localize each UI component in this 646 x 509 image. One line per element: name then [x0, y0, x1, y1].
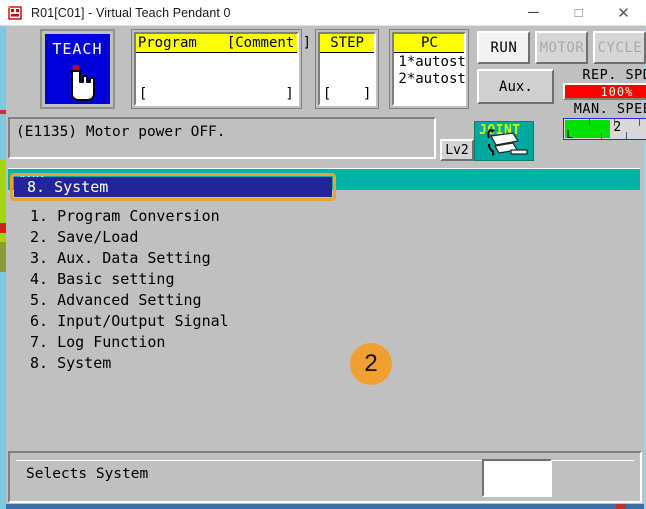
menu-item-label: System [57, 354, 112, 372]
menu-item-label: Advanced Setting [57, 291, 202, 309]
program-header-label: Program [137, 35, 197, 51]
virtual-teach-pendant-window: R01[C01] - Virtual Teach Pendant 0 ─ □ ✕… [0, 0, 646, 509]
menu-item-number: 4. [30, 270, 49, 288]
man-speed-label: MAN. SPEED [573, 101, 646, 117]
step-header: STEP [319, 34, 375, 53]
menu-item-label: Save/Load [57, 228, 139, 246]
menu-item-number: 8. [30, 354, 49, 372]
status-bar: Selects System [8, 451, 642, 503]
menu-item-label: Log Function [57, 333, 166, 351]
step-body: [ ] [320, 53, 375, 103]
pc-header: PC [394, 34, 465, 53]
top-status-panel: TEACH Program [Comment ] [ ] STEP [] PC… [8, 28, 646, 141]
menu-item-label: Basic setting [57, 270, 175, 288]
status-bar-text: Selects System [26, 466, 149, 482]
status-bar-input[interactable] [482, 459, 552, 497]
mode-and-speed-cluster: RUN MOTOR CYCLE Aux. REP. SPD 100% MAN. … [477, 31, 646, 141]
menu-item-label: Program Conversion [57, 207, 220, 225]
menu-item-number: 7. [30, 333, 49, 351]
selected-menu-row[interactable]: 8. System [10, 173, 336, 201]
rep-speed-value: 100% [563, 83, 646, 100]
message-row: (E1135) Motor power OFF. Lv2 JOINT [8, 117, 642, 165]
motor-status-button[interactable]: MOTOR [535, 31, 589, 64]
program-bracket-close: ] [285, 86, 294, 102]
level-button[interactable]: Lv2 [440, 139, 474, 161]
minimize-button[interactable]: ─ [511, 0, 556, 25]
bottom-edge-red [616, 504, 626, 509]
window-title: R01[C01] - Virtual Teach Pendant 0 [31, 5, 231, 20]
menu-item-aux-data-setting[interactable]: 3. Aux. Data Setting [23, 248, 644, 269]
pc-header-label: PC [420, 35, 438, 51]
step-brackets: [ ] [323, 86, 372, 102]
menu-item-number: 3. [30, 249, 49, 267]
pc-body: 1*autost 2*autost [394, 53, 466, 103]
menu-item-number: 2. [30, 228, 49, 246]
pc-line-1: 1*autost [398, 54, 466, 70]
window-titlebar: R01[C01] - Virtual Teach Pendant 0 ─ □ ✕ [0, 0, 646, 26]
hand-pointer-icon [59, 63, 96, 105]
pc-line-2: 2*autost [398, 71, 466, 87]
menu-item-log-function[interactable]: 7. Log Function [23, 332, 644, 353]
step-header-label: STEP [330, 35, 364, 51]
maximize-button[interactable]: □ [556, 0, 601, 25]
menu-item-system[interactable]: 8. System [23, 353, 644, 374]
teach-label: TEACH [52, 40, 103, 58]
bottom-edge-blue [6, 504, 644, 509]
run-status-button[interactable]: RUN [477, 31, 531, 64]
menu-item-basic-setting[interactable]: 4. Basic setting [23, 269, 644, 290]
aux-menu-list: 1. Program Conversion 2. Save/Load 3. Au… [6, 206, 644, 374]
menu-item-number: 1. [30, 207, 49, 225]
program-comment-label: [Comment ] [226, 35, 312, 51]
menu-item-program-conversion[interactable]: 1. Program Conversion [23, 206, 644, 227]
step-bracket-open: [ [322, 86, 332, 102]
aux-button[interactable]: Aux. [477, 69, 555, 104]
edge-accent-red-top [0, 110, 6, 114]
program-header: Program [Comment ] [135, 34, 311, 53]
program-bracket-open: [ [138, 86, 148, 102]
program-body: [ ] [136, 53, 297, 103]
teach-mode-button[interactable]: TEACH [40, 29, 115, 109]
pc-display-box[interactable]: PC 1*autost 2*autost [392, 32, 467, 106]
menu-item-input-output-signal[interactable]: 6. Input/Output Signal [23, 311, 644, 332]
robot-icon [7, 5, 23, 21]
program-display-box[interactable]: Program [Comment ] [ ] [133, 32, 311, 106]
cycle-status-button[interactable]: CYCLE [593, 31, 646, 64]
error-message: (E1135) Motor power OFF. [8, 117, 436, 159]
window-controls: ─ □ ✕ [511, 0, 646, 25]
menu-item-advanced-setting[interactable]: 5. Advanced Setting [23, 290, 644, 311]
program-brackets: [ ] [139, 86, 294, 102]
coordinate-mode-indicator[interactable]: JOINT [474, 121, 534, 161]
step-bracket-close: ] [362, 86, 372, 102]
rep-speed-label: REP. SPD [582, 67, 646, 83]
menu-item-number: 5. [30, 291, 49, 309]
menu-item-label: Aux. Data Setting [57, 249, 211, 267]
pendant-body: TEACH Program [Comment ] [ ] STEP [] PC… [0, 26, 646, 509]
annotation-highlight-box [10, 173, 336, 201]
menu-item-number: 6. [30, 312, 49, 330]
menu-item-label: Input/Output Signal [57, 312, 229, 330]
close-button[interactable]: ✕ [601, 0, 646, 25]
annotation-step-badge: 2 [350, 343, 392, 385]
menu-item-save-load[interactable]: 2. Save/Load [23, 227, 644, 248]
step-display-box[interactable]: STEP [ ] [317, 32, 377, 106]
